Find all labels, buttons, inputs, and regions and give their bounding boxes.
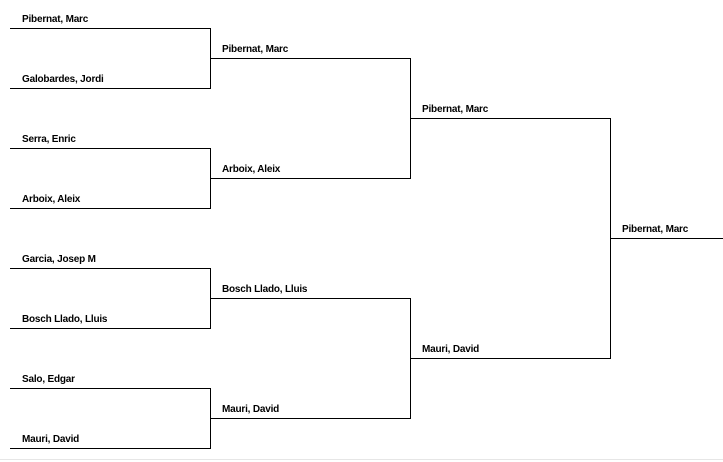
bracket-slot-round-3-1: Pibernat, Marc xyxy=(410,98,610,119)
player-name: Galobardes, Jordi xyxy=(22,74,104,85)
player-name: Bosch Llado, Lluis xyxy=(222,284,308,295)
bracket-slot-round-1-5: Garcia, Josep M xyxy=(10,248,210,269)
player-name: Mauri, David xyxy=(222,404,280,415)
player-name: Pibernat, Marc xyxy=(622,224,689,235)
player-name: Pibernat, Marc xyxy=(222,44,289,55)
bottom-divider xyxy=(0,459,723,460)
bracket-slot-round-2-1: Pibernat, Marc xyxy=(210,38,410,59)
player-name: Pibernat, Marc xyxy=(22,14,89,25)
bracket-slot-round-1-4: Arboix, Aleix xyxy=(10,188,210,209)
player-name: Pibernat, Marc xyxy=(422,104,489,115)
bracket-slot-round-2-4: Mauri, David xyxy=(210,398,410,419)
player-name: Arboix, Aleix xyxy=(222,164,281,175)
player-name: Mauri, David xyxy=(22,434,80,445)
bracket-slot-round-2-2: Arboix, Aleix xyxy=(210,158,410,179)
bracket-slot-round-1-1: Pibernat, Marc xyxy=(10,8,210,29)
bracket-slot-round-1-6: Bosch Llado, Lluis xyxy=(10,308,210,329)
player-name: Serra, Enric xyxy=(22,134,76,145)
bracket-slot-round-3-2: Mauri, David xyxy=(410,338,610,359)
player-name: Mauri, David xyxy=(422,344,480,355)
bracket-slot-round-1-7: Salo, Edgar xyxy=(10,368,210,389)
tournament-bracket: Pibernat, Marc Galobardes, Jordi Serra, En… xyxy=(0,0,723,462)
player-name: Salo, Edgar xyxy=(22,374,75,385)
player-name: Arboix, Aleix xyxy=(22,194,81,205)
bracket-slot-round-2-3: Bosch Llado, Lluis xyxy=(210,278,410,299)
bracket-slot-round-1-2: Galobardes, Jordi xyxy=(10,68,210,89)
player-name: Bosch Llado, Lluis xyxy=(22,314,108,325)
player-name: Garcia, Josep M xyxy=(22,254,96,265)
bracket-slot-final-1: Pibernat, Marc xyxy=(610,218,723,239)
bracket-slot-round-1-8: Mauri, David xyxy=(10,428,210,449)
bracket-slot-round-1-3: Serra, Enric xyxy=(10,128,210,149)
